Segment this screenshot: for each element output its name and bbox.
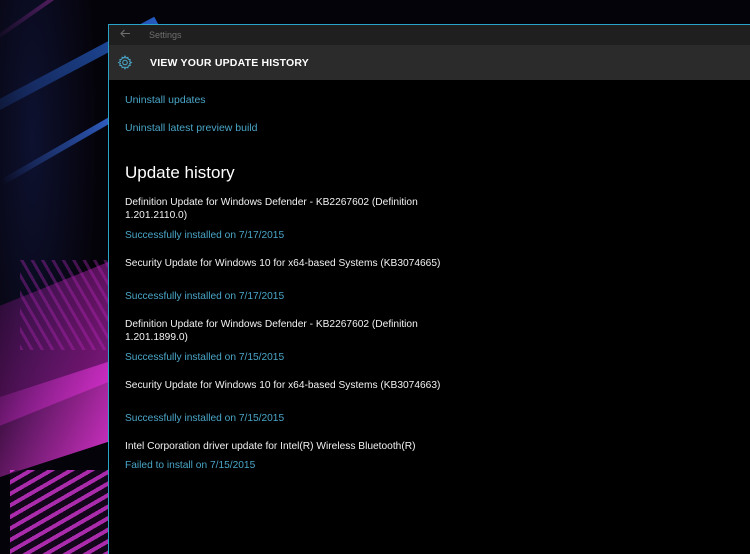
history-entry-name: Definition Update for Windows Defender -… bbox=[125, 197, 418, 221]
history-entry-name: Security Update for Windows 10 for x64-b… bbox=[125, 258, 441, 269]
title-bar: Settings bbox=[109, 25, 750, 45]
settings-window: Settings VIEW YOUR UPDATE HISTORY Uninst… bbox=[108, 24, 750, 554]
history-entry-status[interactable]: Successfully installed on 7/17/2015 bbox=[125, 291, 284, 302]
wallpaper-pattern bbox=[10, 470, 110, 554]
update-history-heading: Update history bbox=[125, 163, 235, 182]
history-entry-name: Security Update for Windows 10 for x64-b… bbox=[125, 380, 441, 391]
uninstall-preview-build-link[interactable]: Uninstall latest preview build bbox=[125, 122, 257, 134]
page-title: VIEW YOUR UPDATE HISTORY bbox=[150, 56, 310, 69]
app-title: Settings bbox=[149, 30, 182, 40]
history-entry-status[interactable]: Successfully installed on 7/17/2015 bbox=[125, 230, 284, 241]
history-entry-status[interactable]: Successfully installed on 7/15/2015 bbox=[125, 413, 284, 424]
page-header: VIEW YOUR UPDATE HISTORY bbox=[109, 45, 750, 80]
uninstall-updates-link[interactable]: Uninstall updates bbox=[125, 94, 206, 106]
history-entry-name: Intel Corporation driver update for Inte… bbox=[125, 441, 416, 452]
history-entry-name: Definition Update for Windows Defender -… bbox=[125, 319, 418, 343]
back-arrow-icon bbox=[119, 29, 131, 41]
back-button[interactable] bbox=[109, 25, 141, 45]
history-entry-status[interactable]: Failed to install on 7/15/2015 bbox=[125, 460, 255, 471]
gear-icon bbox=[117, 55, 133, 71]
history-entry-status[interactable]: Successfully installed on 7/15/2015 bbox=[125, 352, 284, 363]
